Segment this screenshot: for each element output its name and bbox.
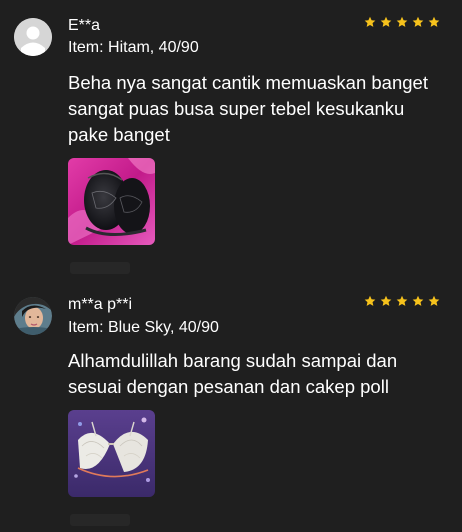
item-variant: Item: Blue Sky, 40/90 bbox=[68, 319, 219, 336]
review-card: m**a p**i Item: Blue Sky, 40/90 Alhamdul… bbox=[0, 278, 462, 532]
user-avatar-icon[interactable] bbox=[14, 297, 52, 335]
star-rating bbox=[364, 295, 440, 307]
star-icon bbox=[428, 295, 440, 306]
item-variant: Item: Hitam, 40/90 bbox=[68, 39, 199, 56]
reviewer-name: m**a p**i bbox=[68, 296, 133, 313]
photo-caption-placeholder bbox=[70, 514, 130, 526]
white-lace-bra-photo bbox=[68, 410, 155, 497]
star-icon bbox=[380, 16, 392, 27]
review-text: Alhamdulillah barang sudah sampai dan se… bbox=[68, 350, 398, 397]
user-photo-avatar bbox=[14, 297, 52, 335]
review-text: Beha nya sangat cantik memuaskan banget … bbox=[68, 72, 428, 145]
review-photo-thumbnail[interactable] bbox=[68, 410, 155, 497]
review-photo-thumbnail[interactable] bbox=[68, 158, 155, 245]
star-icon bbox=[396, 295, 408, 306]
star-icon bbox=[412, 295, 424, 306]
star-icon bbox=[380, 295, 392, 306]
black-lace-bra-photo bbox=[68, 158, 155, 245]
photo-caption-placeholder bbox=[70, 262, 130, 274]
review-card: E**a Item: Hitam, 40/90 Beha nya sangat … bbox=[0, 0, 462, 274]
star-icon bbox=[396, 16, 408, 27]
star-icon bbox=[412, 16, 424, 27]
star-rating bbox=[364, 16, 440, 28]
star-icon bbox=[364, 16, 376, 27]
star-icon bbox=[428, 16, 440, 27]
default-user-icon bbox=[14, 18, 52, 56]
reviewer-name: E**a bbox=[68, 17, 101, 34]
star-icon bbox=[364, 295, 376, 306]
user-avatar-icon[interactable] bbox=[14, 18, 52, 56]
